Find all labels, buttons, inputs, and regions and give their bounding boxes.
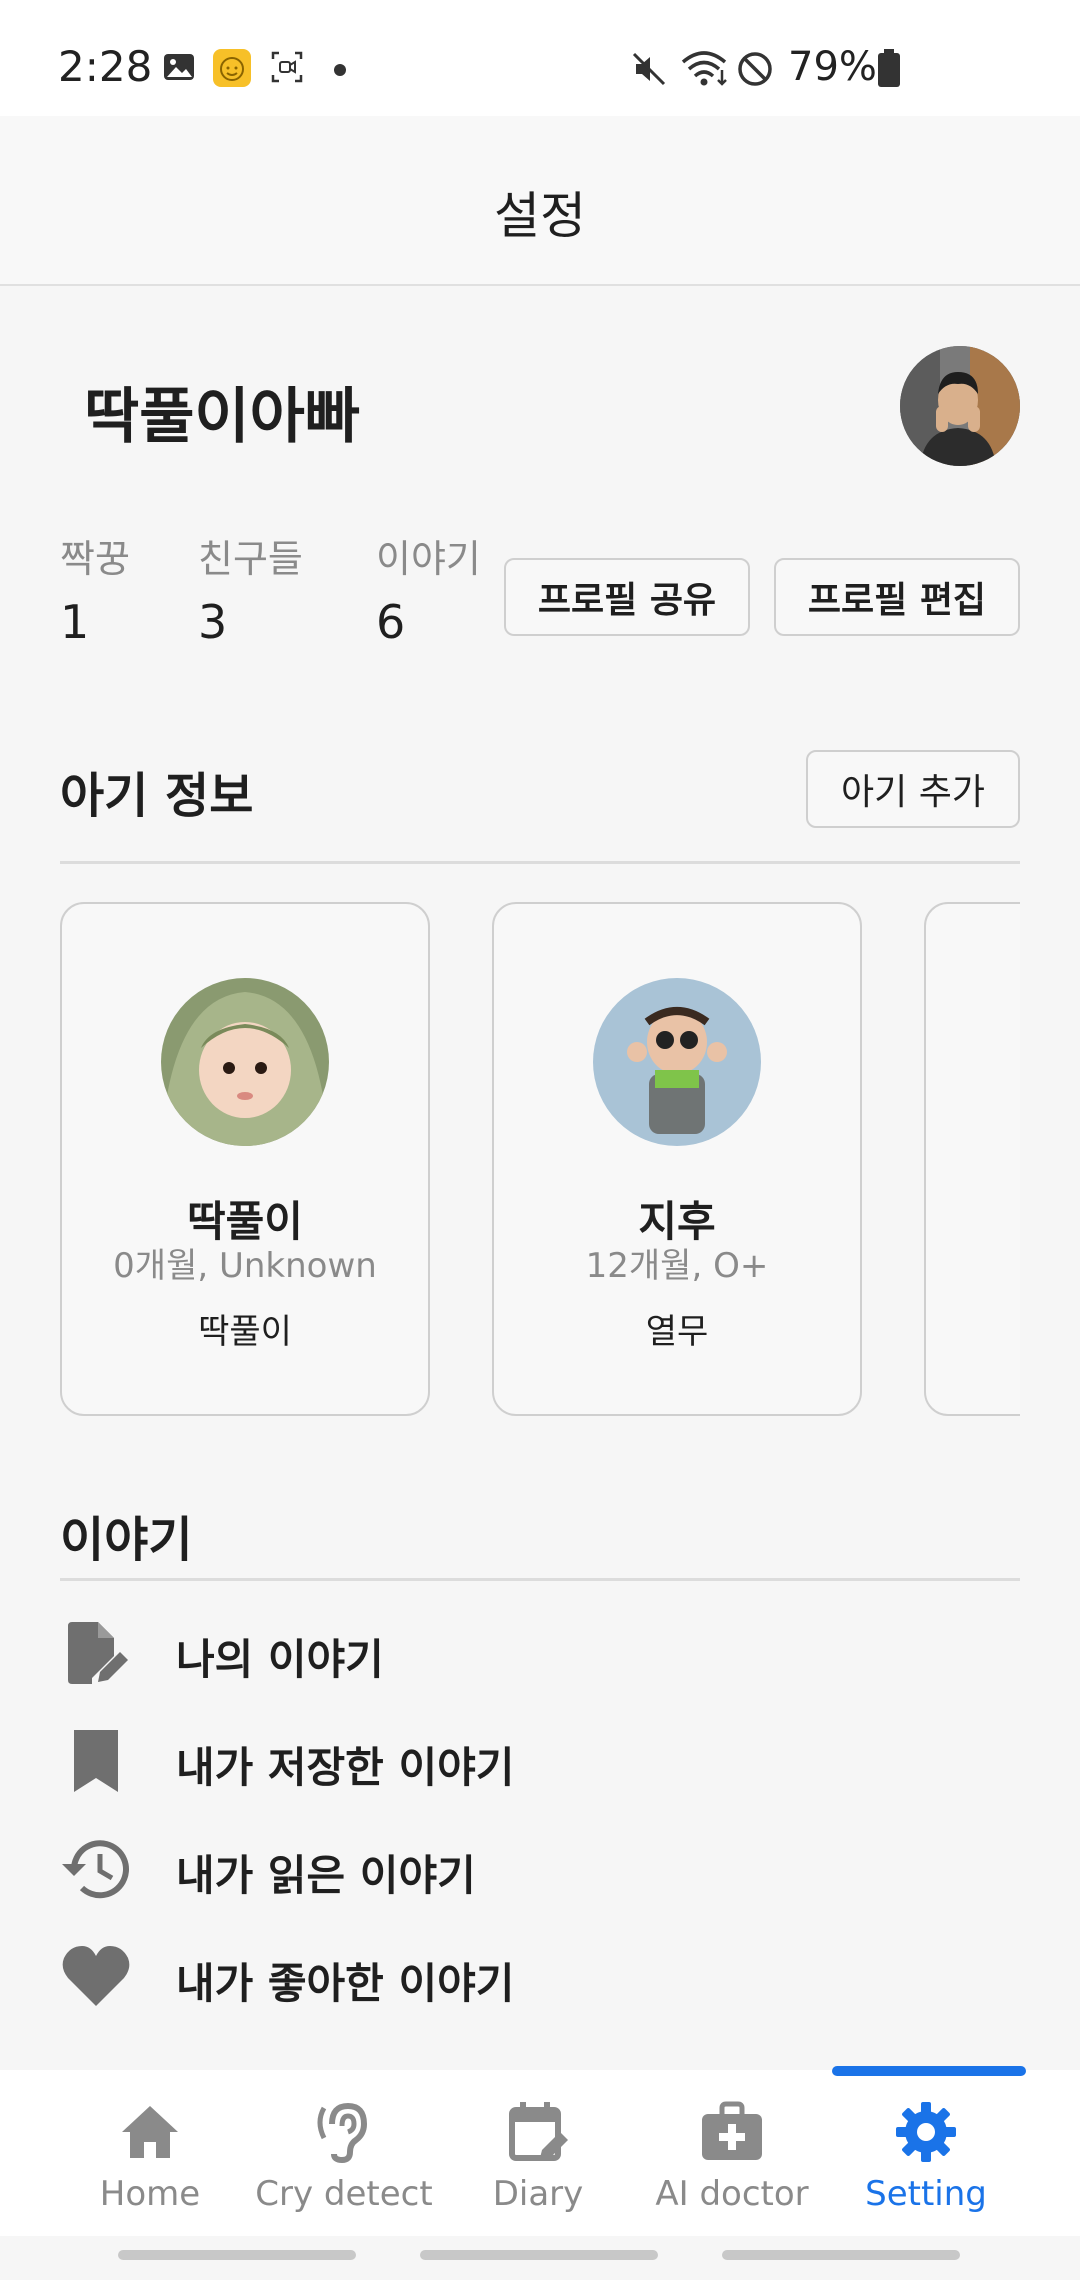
baby-card[interactable]: 지후 12개월, O+ 열무 (492, 902, 862, 1416)
ear-icon (317, 2102, 368, 2164)
stat-stories[interactable]: 이야기 6 (376, 528, 481, 649)
baby-section-divider (60, 861, 1020, 864)
gesture-bar-right (722, 2250, 960, 2260)
nav-home[interactable]: Home (55, 2070, 245, 2236)
story-item-saved-stories[interactable]: 내가 저장한 이야기 (60, 1716, 1020, 1806)
edit-profile-button[interactable]: 프로필 편집 (774, 558, 1020, 636)
wifi-icon (681, 51, 727, 86)
baby-app-notification-icon (213, 49, 251, 87)
nav-cry-detect[interactable]: Cry detect (249, 2070, 439, 2236)
gallery-notification-icon (164, 54, 194, 80)
battery-icon (878, 49, 900, 87)
baby-card-partial[interactable] (924, 902, 1020, 1416)
battery-percent: 79% (788, 44, 877, 90)
stat-partner-label: 짝꿍 (60, 537, 130, 581)
stat-friends-label: 친구들 (198, 537, 303, 581)
calendar-edit-icon (509, 2102, 568, 2161)
gesture-bar-left (118, 2250, 356, 2260)
story-section-divider (60, 1578, 1020, 1581)
profile-name: 딱풀이아빠 (84, 382, 360, 452)
baby-photo (161, 978, 329, 1146)
avatar-photo (900, 346, 1020, 466)
heart-icon (62, 1946, 130, 2006)
stat-partner-value: 1 (60, 595, 90, 649)
stat-partner[interactable]: 짝꿍 1 (60, 528, 130, 649)
stat-stories-value: 6 (376, 595, 406, 649)
story-item-label: 나의 이야기 (176, 1635, 384, 1684)
status-bar: 2:28 79% (0, 0, 1080, 116)
story-item-label: 내가 읽은 이야기 (176, 1851, 476, 1900)
story-item-label: 내가 저장한 이야기 (176, 1743, 515, 1792)
story-item-liked-stories[interactable]: 내가 좋아한 이야기 (60, 1932, 1020, 2022)
baby-nickname: 딱풀이 (198, 1312, 292, 1352)
do-not-disturb-icon (738, 52, 772, 86)
story-item-label: 내가 좋아한 이야기 (176, 1959, 515, 2008)
baby-photo (593, 978, 761, 1146)
bottom-navigation: Home Cry detect Diary AI doctor Setting (0, 2070, 1080, 2236)
home-icon (122, 2106, 178, 2158)
story-item-my-stories[interactable]: 나의 이야기 (60, 1608, 1020, 1698)
story-section-title: 이야기 (60, 1512, 193, 1568)
nav-diary[interactable]: Diary (443, 2070, 633, 2236)
baby-age-blood: 12개월, O+ (585, 1246, 769, 1286)
stat-stories-label: 이야기 (376, 537, 481, 581)
stat-friends[interactable]: 친구들 3 (198, 528, 303, 649)
gear-icon (896, 2102, 956, 2162)
screen-record-icon (271, 51, 303, 83)
bookmark-icon (74, 1730, 118, 1792)
baby-nickname: 열무 (645, 1312, 709, 1352)
medical-bag-icon (702, 2101, 762, 2160)
add-baby-button[interactable]: 아기 추가 (806, 750, 1020, 828)
nav-setting-label: Setting (865, 2174, 987, 2214)
baby-card[interactable]: 딱풀이 0개월, Unknown 딱풀이 (60, 902, 430, 1416)
nav-ai-doctor[interactable]: AI doctor (637, 2070, 827, 2236)
history-icon (62, 1840, 129, 1899)
edit-document-icon (68, 1622, 128, 1684)
mute-icon (632, 52, 666, 86)
app-header: 설정 (0, 116, 1080, 286)
nav-setting[interactable]: Setting (831, 2070, 1021, 2236)
baby-card-overflow-clip (924, 902, 1020, 1416)
notification-dot-icon (334, 64, 346, 76)
baby-section-title: 아기 정보 (60, 768, 254, 824)
story-item-read-stories[interactable]: 내가 읽은 이야기 (60, 1824, 1020, 1914)
share-profile-button[interactable]: 프로필 공유 (504, 558, 750, 636)
profile-avatar[interactable] (900, 346, 1020, 466)
stat-friends-value: 3 (198, 595, 228, 649)
baby-age-blood: 0개월, Unknown (113, 1246, 377, 1286)
nav-active-indicator (832, 2066, 1026, 2076)
gesture-bar-center (420, 2250, 658, 2260)
status-time: 2:28 (58, 42, 153, 91)
page-title: 설정 (494, 187, 586, 245)
